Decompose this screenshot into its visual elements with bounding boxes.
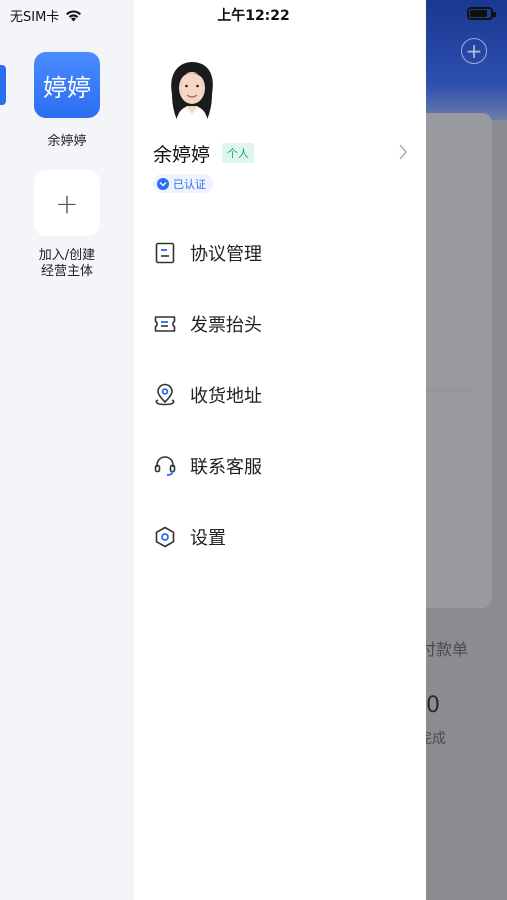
background-label-complete: 完成 [426, 731, 446, 747]
document-icon [155, 242, 175, 264]
settings-hexagon-icon [155, 526, 175, 548]
menu-item-shipping-address[interactable]: 收货地址 [134, 365, 426, 425]
entity-avatar[interactable]: 婷婷 [34, 52, 100, 118]
ticket-icon [154, 316, 176, 332]
background-label-payment: 付款单 [426, 640, 469, 659]
menu-item-settings[interactable]: 设置 [134, 507, 426, 567]
add-label-line2: 经营主体 [40, 264, 93, 279]
menu-label: 联系客服 [190, 457, 262, 478]
user-avatar[interactable] [164, 58, 220, 122]
add-entity-button[interactable]: + [34, 170, 100, 236]
menu-label: 协议管理 [190, 244, 262, 265]
plus-icon: + [55, 186, 79, 220]
background-divider [426, 390, 472, 391]
add-circle-icon: + [461, 38, 487, 64]
menu-item-customer-service[interactable]: 联系客服 [134, 436, 426, 496]
entity-name: 余婷婷 [47, 134, 87, 149]
rail-selected-indicator [0, 65, 6, 105]
chevron-right-icon[interactable] [398, 143, 408, 161]
add-label-line1: 加入/创建 [38, 248, 96, 263]
menu-item-agreements[interactable]: 协议管理 [134, 223, 426, 283]
menu-item-invoice-title[interactable]: 发票抬头 [134, 294, 426, 354]
verified-label: 已认证 [173, 177, 206, 191]
account-type-badge: 个人 [222, 143, 254, 163]
verified-badge: 已认证 [153, 174, 213, 193]
side-drawer: 余婷婷 个人 已认证 协议管理 发票抬头 收货地址 联系客服 设置 [134, 0, 426, 900]
verified-check-icon [157, 177, 169, 190]
background-count: 0 [426, 693, 440, 718]
menu-label: 收货地址 [190, 386, 262, 407]
add-entity-label: 加入/创建 经营主体 [0, 248, 134, 280]
entity-rail: 婷婷 余婷婷 + 加入/创建 经营主体 [0, 0, 134, 900]
headset-icon [154, 456, 176, 476]
dimmed-background-page[interactable]: + 付款单 0 完成 [426, 0, 507, 900]
user-name[interactable]: 余婷婷 [153, 140, 210, 167]
status-time: 上午12:22 [217, 8, 290, 24]
background-card [426, 113, 492, 608]
battery-icon [467, 7, 496, 20]
menu-label: 设置 [190, 528, 226, 549]
menu-label: 发票抬头 [190, 315, 262, 336]
status-bar: 无SIM卡 上午12:22 [0, 0, 507, 28]
battery-level [470, 10, 487, 17]
location-icon [155, 383, 175, 406]
